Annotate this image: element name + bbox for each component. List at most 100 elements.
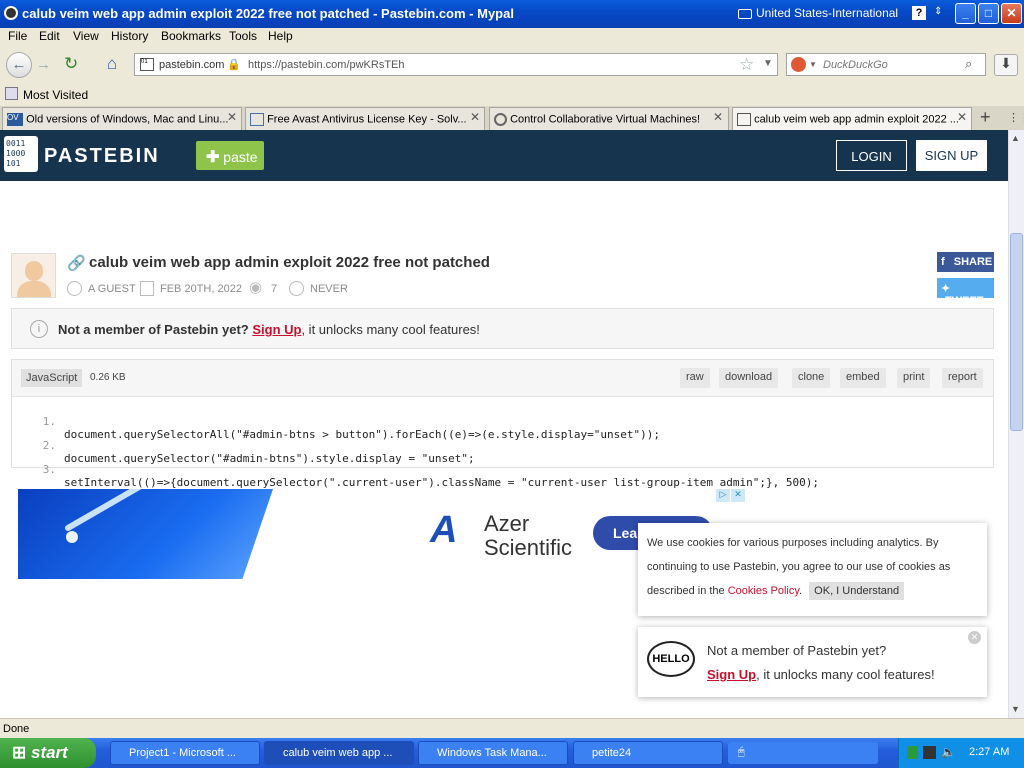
notice-lead: Not a member of Pastebin yet?	[58, 322, 249, 337]
input-language[interactable]: United States-International	[756, 6, 898, 20]
popup-line1: Not a member of Pastebin yet?	[707, 643, 887, 658]
notice-text: Not a member of Pastebin yet? Sign Up, i…	[58, 322, 480, 337]
author-avatar[interactable]	[11, 253, 56, 298]
ad-close-icon[interactable]: ✕	[731, 489, 745, 502]
quick-launch-mouse-icon[interactable]: 🖱	[728, 742, 878, 764]
calendar-icon	[140, 281, 154, 296]
home-icon[interactable]: ⌂	[100, 54, 124, 74]
pastebin-logo[interactable]: PASTEBIN	[44, 145, 160, 168]
search-box[interactable]: ▼ DuckDuckGo ⌕	[786, 53, 986, 76]
download-arrow-icon[interactable]: ⬇	[994, 54, 1018, 76]
help-icon[interactable]: ?	[912, 6, 926, 20]
new-paste-button[interactable]: ✚ paste	[196, 141, 264, 170]
twitter-tweet-button[interactable]: ✦ TWEET	[937, 278, 994, 307]
search-engine-dropdown-icon[interactable]: ▼	[809, 60, 817, 69]
keyboard-icon	[738, 9, 752, 19]
duckduckgo-icon[interactable]	[791, 57, 806, 72]
menu-file[interactable]: File	[8, 29, 27, 43]
adchoices-icon[interactable]: ▷	[716, 489, 730, 502]
taskbar-item-mypal[interactable]: calub veim web app ...	[264, 741, 414, 765]
ad-cta-label: Lea	[613, 525, 638, 541]
url-dropdown-icon[interactable]: ▼	[763, 58, 773, 69]
menu-view[interactable]: View	[73, 29, 99, 43]
tab-pastebin[interactable]: calub veim web app admin exploit 2022 ..…	[732, 107, 972, 130]
tab-close-icon[interactable]: ✕	[713, 110, 723, 124]
url-text[interactable]: https://pastebin.com/pwKRsTEh	[248, 59, 405, 71]
page-favicon	[250, 113, 264, 126]
report-button[interactable]: report	[942, 368, 983, 388]
facebook-share-button[interactable]: f SHARE	[937, 252, 994, 272]
reload-icon[interactable]: ↻	[64, 54, 78, 74]
ad-banner[interactable]: ▷ ✕ A Azer Scientific Lea	[18, 489, 746, 579]
popup-signup-link[interactable]: Sign Up	[707, 667, 756, 682]
notice-signup-link[interactable]: Sign Up	[252, 322, 301, 337]
tab-virtual-machines[interactable]: Control Collaborative Virtual Machines!	[489, 107, 729, 130]
paste-size: 0.26 KB	[90, 372, 126, 383]
menu-history[interactable]: History	[111, 29, 148, 43]
system-tray: 🔈 2:27 AM	[898, 738, 1024, 768]
menu-tools[interactable]: Tools	[229, 29, 257, 43]
login-button[interactable]: LOGIN	[836, 140, 907, 171]
taskbar-item-petite24[interactable]: petite24	[573, 741, 723, 765]
forward-arrow-icon[interactable]: →	[36, 56, 51, 73]
lock-icon: 🔒	[227, 59, 241, 71]
raw-button[interactable]: raw	[680, 368, 710, 388]
close-button[interactable]: ✕	[1001, 3, 1022, 24]
status-bar: Done	[0, 718, 1024, 738]
tray-network-icon[interactable]	[907, 746, 918, 759]
language-options-icon[interactable]: ⇕	[934, 6, 942, 17]
search-input[interactable]: DuckDuckGo	[823, 59, 888, 71]
scroll-up-arrow-icon[interactable]: ▲	[1011, 133, 1020, 143]
menu-bookmarks[interactable]: Bookmarks	[161, 29, 221, 43]
clone-button[interactable]: clone	[792, 368, 831, 388]
scroll-thumb[interactable]	[1010, 233, 1023, 431]
bookmark-star-icon[interactable]: ☆	[739, 55, 754, 75]
windows-logo-icon: ⊞	[12, 743, 27, 762]
tweet-label: TWEET	[945, 295, 984, 307]
tray-volume-icon[interactable]: 🔈	[941, 745, 956, 759]
scroll-down-arrow-icon[interactable]: ▼	[1011, 704, 1020, 714]
window-titlebar[interactable]: calub veim web app admin exploit 2022 fr…	[0, 0, 1024, 28]
tab-close-icon[interactable]: ✕	[470, 110, 480, 124]
tray-security-icon[interactable]	[923, 746, 936, 759]
tab-old-versions[interactable]: OV Old versions of Windows, Mac and Linu…	[2, 107, 242, 130]
paste-author[interactable]: A GUEST	[88, 283, 136, 295]
vertical-scrollbar[interactable]: ▲ ▼	[1008, 130, 1024, 718]
ad-image	[18, 489, 273, 579]
menu-help[interactable]: Help	[268, 29, 293, 43]
taskbar-item-project1[interactable]: Project1 - Microsoft ...	[110, 741, 260, 765]
most-visited-bookmark[interactable]: Most Visited	[23, 88, 88, 102]
language-badge[interactable]: JavaScript	[21, 369, 83, 387]
menu-bar: File Edit View History Bookmarks Tools H…	[0, 28, 1024, 48]
popup-close-icon[interactable]: ✕	[968, 631, 981, 644]
back-arrow-icon[interactable]: ←	[6, 52, 32, 78]
embed-button[interactable]: embed	[840, 368, 886, 388]
signup-button[interactable]: SIGN UP	[916, 140, 987, 171]
paste-label: paste	[223, 149, 258, 165]
start-button[interactable]: ⊞ start	[0, 738, 96, 768]
new-tab-icon[interactable]: +	[980, 107, 991, 128]
cookies-policy-link[interactable]: Cookies Policy	[728, 585, 799, 597]
download-button[interactable]: download	[719, 368, 779, 388]
popup-line2: Sign Up, it unlocks many cool features!	[707, 667, 935, 682]
taskbar-item-task-manager[interactable]: Windows Task Mana...	[418, 741, 568, 765]
search-icon[interactable]: ⌕	[965, 56, 972, 72]
code-text[interactable]: setInterval(()=>{document.querySelector(…	[64, 476, 819, 489]
maximize-button[interactable]: □	[978, 3, 999, 24]
minimize-button[interactable]: _	[955, 3, 976, 24]
tab-close-icon[interactable]: ✕	[957, 110, 967, 124]
tab-list-icon[interactable]: ⋮⋮	[1008, 111, 1024, 124]
url-bar[interactable]: 01 pastebin.com 🔒 https://pastebin.com/p…	[134, 53, 778, 76]
tab-avast[interactable]: Free Avast Antivirus License Key - Solv.…	[245, 107, 485, 130]
site-identity[interactable]: pastebin.com	[159, 59, 224, 71]
cookie-banner: We use cookies for various purposes incl…	[638, 523, 987, 616]
pastebin-logo-icon[interactable]: 0011 1000 101	[4, 136, 38, 172]
cookie-ok-button[interactable]: OK, I Understand	[809, 582, 905, 600]
share-label: SHARE	[953, 256, 993, 268]
menu-edit[interactable]: Edit	[39, 29, 60, 43]
tab-close-icon[interactable]: ✕	[227, 110, 237, 124]
tab-strip: OV Old versions of Windows, Mac and Linu…	[0, 106, 1024, 130]
link-icon: 🔗	[67, 255, 86, 272]
paste-title: calub veim web app admin exploit 2022 fr…	[89, 254, 490, 271]
print-button[interactable]: print	[897, 368, 931, 388]
